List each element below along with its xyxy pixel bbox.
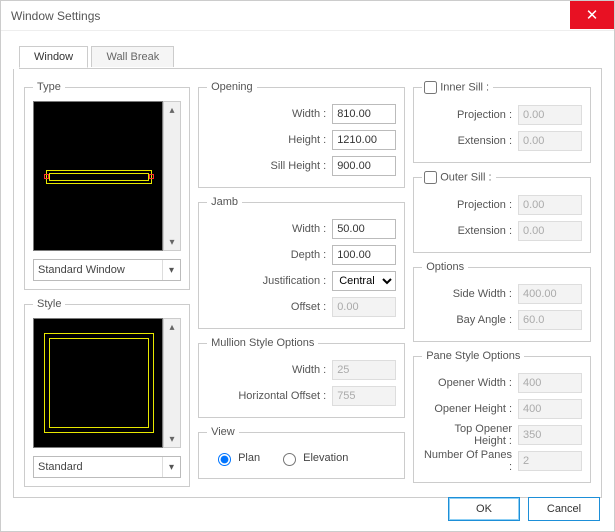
type-preview[interactable] <box>33 101 163 251</box>
jamb-just-select[interactable]: Central <box>332 271 396 291</box>
close-button[interactable]: ✕ <box>570 1 614 29</box>
chevron-down-icon: ▾ <box>162 260 180 280</box>
bay-angle-input <box>518 310 582 330</box>
num-panes-input <box>518 451 582 471</box>
side-width-label: Side Width : <box>422 288 518 300</box>
outer-sill-proj-label: Projection : <box>422 199 518 211</box>
outer-sill-group: Outer Sill : Projection : Extension : <box>413 171 591 253</box>
type-select[interactable]: Standard Window ▾ <box>33 259 181 281</box>
type-group: Type ▴ ▾ Standard Window <box>24 81 190 290</box>
footer-buttons: OK Cancel <box>448 497 600 521</box>
outer-sill-check[interactable] <box>424 171 437 184</box>
opener-width-input <box>518 373 582 393</box>
view-group: View Plan Elevation <box>198 426 405 479</box>
inner-sill-ext-label: Extension : <box>422 135 518 147</box>
titlebar: Window Settings ✕ <box>1 1 614 31</box>
cancel-button[interactable]: Cancel <box>528 497 600 521</box>
inner-sill-legend[interactable]: Inner Sill : <box>422 81 493 94</box>
mullion-hoff-label: Horizontal Offset : <box>207 390 332 402</box>
options-legend: Options <box>422 261 468 273</box>
tab-panel: Type ▴ ▾ Standard Window <box>13 69 602 498</box>
inner-sill-ext-input <box>518 131 582 151</box>
num-panes-label: Number Of Panes : <box>422 449 518 473</box>
outer-sill-ext-label: Extension : <box>422 225 518 237</box>
pane-legend: Pane Style Options <box>422 350 524 362</box>
opening-width-input[interactable] <box>332 104 396 124</box>
jamb-just-label: Justification : <box>207 275 332 287</box>
top-opener-height-label: Top Opener Height : <box>422 423 518 447</box>
mullion-width-input <box>332 360 396 380</box>
top-opener-height-input <box>518 425 582 445</box>
jamb-depth-input[interactable] <box>332 245 396 265</box>
pane-group: Pane Style Options Opener Width : Opener… <box>413 350 591 483</box>
jamb-group: Jamb Width : Depth : Justification :Cent… <box>198 196 405 329</box>
view-legend: View <box>207 426 239 438</box>
ok-button[interactable]: OK <box>448 497 520 521</box>
jamb-offset-input <box>332 297 396 317</box>
inner-sill-group: Inner Sill : Projection : Extension : <box>413 81 591 163</box>
opening-group: Opening Width : Height : Sill Height : <box>198 81 405 188</box>
scroll-down-icon[interactable]: ▾ <box>164 431 180 447</box>
jamb-legend: Jamb <box>207 196 242 208</box>
jamb-offset-label: Offset : <box>207 301 332 313</box>
inner-sill-check[interactable] <box>424 81 437 94</box>
outer-sill-ext-input <box>518 221 582 241</box>
opening-height-input[interactable] <box>332 130 396 150</box>
options-group: Options Side Width : Bay Angle : <box>413 261 591 342</box>
style-select-value: Standard <box>38 461 83 473</box>
jamb-width-input[interactable] <box>332 219 396 239</box>
opening-width-label: Width : <box>207 108 332 120</box>
view-plan-radio[interactable]: Plan <box>213 450 260 466</box>
view-elevation-radio[interactable]: Elevation <box>278 450 348 466</box>
scroll-up-icon[interactable]: ▴ <box>164 319 180 335</box>
outer-sill-legend[interactable]: Outer Sill : <box>422 171 495 184</box>
opener-width-label: Opener Width : <box>422 377 518 389</box>
mullion-width-label: Width : <box>207 364 332 376</box>
type-legend: Type <box>33 81 65 93</box>
style-scrollbar[interactable]: ▴ ▾ <box>163 318 181 448</box>
opener-height-input <box>518 399 582 419</box>
chevron-down-icon: ▾ <box>162 457 180 477</box>
style-preview[interactable] <box>33 318 163 448</box>
bay-angle-label: Bay Angle : <box>422 314 518 326</box>
jamb-depth-label: Depth : <box>207 249 332 261</box>
tab-window[interactable]: Window <box>19 46 88 68</box>
style-group: Style ▴ ▾ Standard ▾ <box>24 298 190 487</box>
mullion-hoff-input <box>332 386 396 406</box>
style-legend: Style <box>33 298 65 310</box>
scroll-down-icon[interactable]: ▾ <box>164 234 180 250</box>
side-width-input <box>518 284 582 304</box>
style-select[interactable]: Standard ▾ <box>33 456 181 478</box>
opening-sill-input[interactable] <box>332 156 396 176</box>
tab-wall-break[interactable]: Wall Break <box>91 46 174 67</box>
opening-sill-label: Sill Height : <box>207 160 332 172</box>
window-title: Window Settings <box>11 9 100 23</box>
scroll-up-icon[interactable]: ▴ <box>164 102 180 118</box>
close-icon: ✕ <box>586 6 599 24</box>
mullion-group: Mullion Style Options Width : Horizontal… <box>198 337 405 418</box>
opening-legend: Opening <box>207 81 257 93</box>
jamb-width-label: Width : <box>207 223 332 235</box>
type-scrollbar[interactable]: ▴ ▾ <box>163 101 181 251</box>
inner-sill-proj-input <box>518 105 582 125</box>
type-select-value: Standard Window <box>38 264 125 276</box>
inner-sill-proj-label: Projection : <box>422 109 518 121</box>
opening-height-label: Height : <box>207 134 332 146</box>
opener-height-label: Opener Height : <box>422 403 518 415</box>
outer-sill-proj-input <box>518 195 582 215</box>
mullion-legend: Mullion Style Options <box>207 337 318 349</box>
tabs: Window Wall Break <box>19 45 602 69</box>
